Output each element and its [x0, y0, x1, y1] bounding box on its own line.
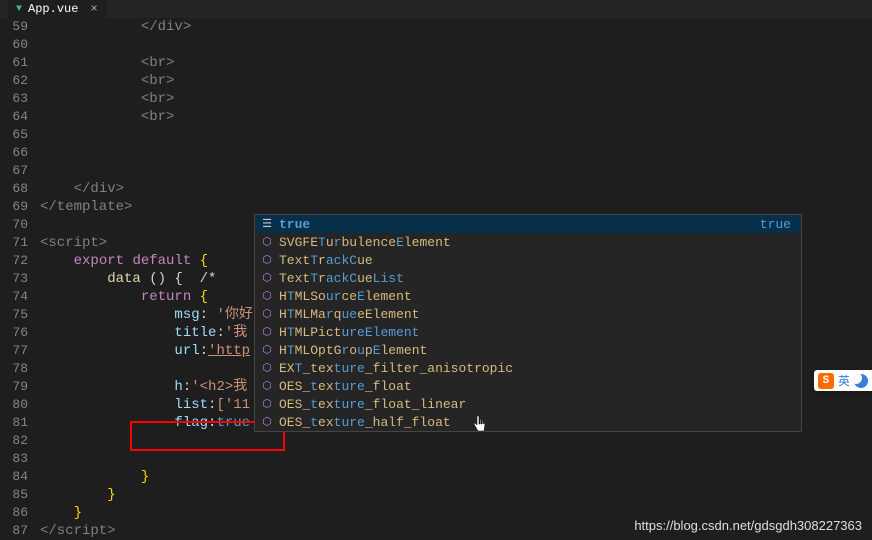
suggest-item[interactable]: ⬡OES_texture_half_float [255, 413, 801, 431]
keyword-icon: ☰ [259, 216, 275, 232]
line-number: 61 [0, 54, 28, 72]
vue-icon: ▼ [16, 4, 22, 15]
line-number: 81 [0, 414, 28, 432]
ime-language: 英 [838, 372, 850, 389]
symbol-icon: ⬡ [259, 378, 275, 394]
line-number: 84 [0, 468, 28, 486]
ime-indicator[interactable]: S 英 [814, 370, 872, 391]
line-number: 76 [0, 324, 28, 342]
suggest-item[interactable]: ⬡TextTrackCue [255, 251, 801, 269]
ime-sogou-icon: S [818, 373, 834, 389]
line-number: 82 [0, 432, 28, 450]
line-number: 64 [0, 108, 28, 126]
tab-bar: ▼ App.vue × [0, 0, 872, 18]
line-number: 71 [0, 234, 28, 252]
line-number: 83 [0, 450, 28, 468]
suggest-item[interactable]: ⬡SVGFETurbulenceElement [255, 233, 801, 251]
suggest-item[interactable]: ⬡HTMLOptGroupElement [255, 341, 801, 359]
line-gutter: 5960616263646566676869707172737475767778… [0, 18, 40, 540]
suggest-item[interactable]: ⬡HTMLPictureElement [255, 323, 801, 341]
line-number: 77 [0, 342, 28, 360]
suggest-item[interactable]: ⬡HTMLMarqueeElement [255, 305, 801, 323]
symbol-icon: ⬡ [259, 306, 275, 322]
suggest-item-selected[interactable]: ☰ true true [255, 215, 801, 233]
suggest-item[interactable]: ⬡HTMLSourceElement [255, 287, 801, 305]
line-number: 66 [0, 144, 28, 162]
editor-area[interactable]: 5960616263646566676869707172737475767778… [0, 18, 872, 540]
symbol-icon: ⬡ [259, 360, 275, 376]
line-number: 80 [0, 396, 28, 414]
tab-filename: App.vue [28, 2, 78, 16]
symbol-icon: ⬡ [259, 270, 275, 286]
line-number: 86 [0, 504, 28, 522]
flag-property: flag [174, 415, 208, 431]
suggest-item[interactable]: ⬡TextTrackCueList [255, 269, 801, 287]
line-number: 74 [0, 288, 28, 306]
symbol-icon: ⬡ [259, 324, 275, 340]
line-number: 67 [0, 162, 28, 180]
autocomplete-popup[interactable]: ☰ true true ⬡SVGFETurbulenceElement⬡Text… [254, 214, 802, 432]
symbol-icon: ⬡ [259, 396, 275, 412]
symbol-icon: ⬡ [259, 288, 275, 304]
line-number: 68 [0, 180, 28, 198]
line-number: 72 [0, 252, 28, 270]
ime-moon-icon [854, 374, 868, 388]
line-number: 75 [0, 306, 28, 324]
close-icon[interactable]: × [84, 2, 97, 16]
line-number: 65 [0, 126, 28, 144]
symbol-icon: ⬡ [259, 342, 275, 358]
line-number: 73 [0, 270, 28, 288]
suggest-item[interactable]: ⬡EXT_texture_filter_anisotropic [255, 359, 801, 377]
line-number: 69 [0, 198, 28, 216]
line-number: 79 [0, 378, 28, 396]
line-number: 60 [0, 36, 28, 54]
line-number: 85 [0, 486, 28, 504]
suggest-item[interactable]: ⬡OES_texture_float [255, 377, 801, 395]
flag-value: true [216, 415, 250, 431]
code-content[interactable]: </div> <br> <br> <br> <br> </div> </temp… [40, 18, 872, 540]
watermark-text: https://blog.csdn.net/gdsgdh308227363 [634, 518, 862, 533]
line-number: 78 [0, 360, 28, 378]
file-tab[interactable]: ▼ App.vue × [8, 0, 106, 18]
symbol-icon: ⬡ [259, 252, 275, 268]
line-number: 87 [0, 522, 28, 540]
symbol-icon: ⬡ [259, 414, 275, 430]
line-number: 63 [0, 90, 28, 108]
line-number: 70 [0, 216, 28, 234]
line-number: 59 [0, 18, 28, 36]
suggest-item[interactable]: ⬡OES_texture_float_linear [255, 395, 801, 413]
symbol-icon: ⬡ [259, 234, 275, 250]
line-number: 62 [0, 72, 28, 90]
